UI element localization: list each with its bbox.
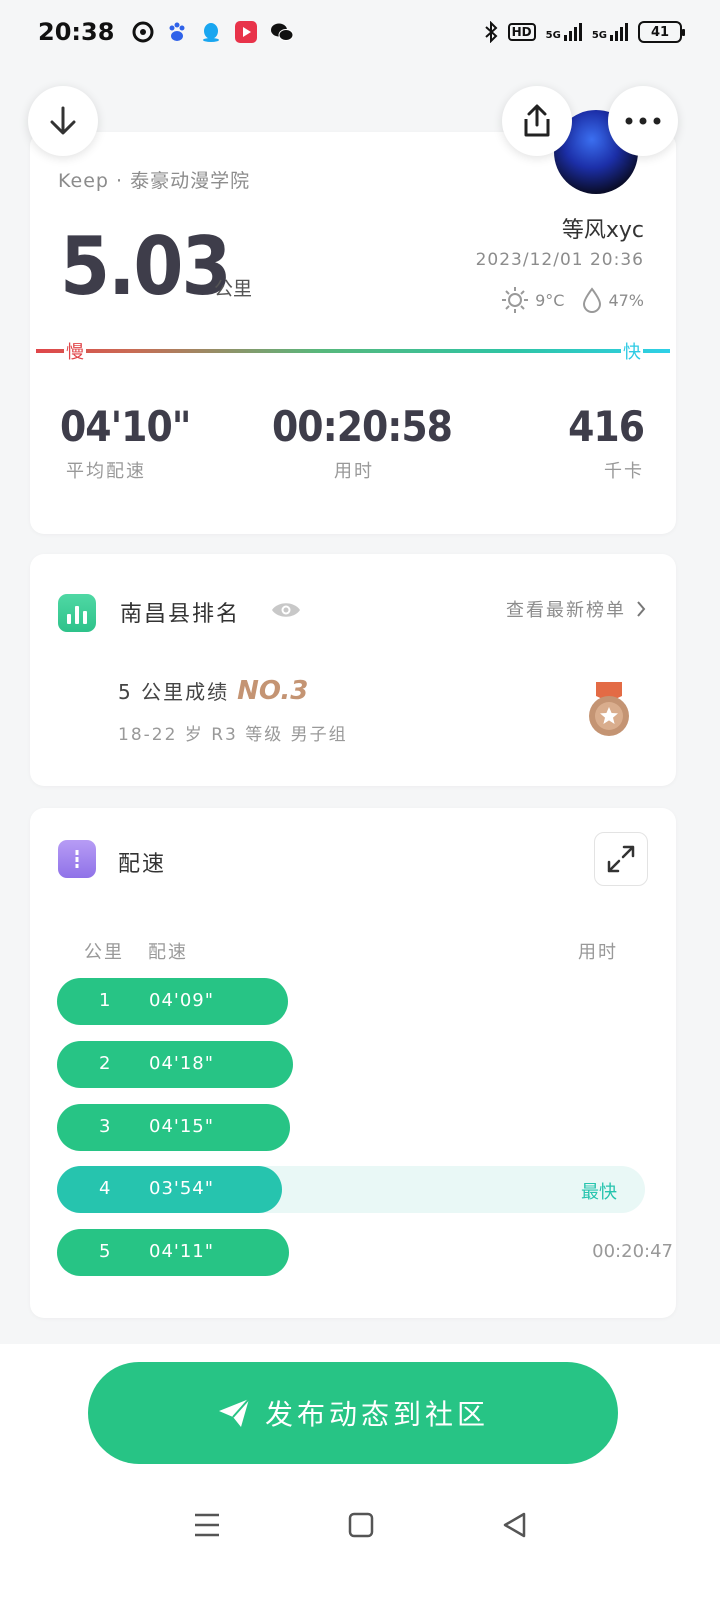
paper-plane-icon [218, 1398, 250, 1427]
system-nav-bar [0, 1490, 720, 1560]
stat-value: 416 [568, 402, 645, 451]
pace-row: 4 03'54" 最快 [57, 1166, 645, 1213]
rank-score: 5 公里成绩 NO.3 [118, 676, 308, 706]
pace-value: 04'18" [149, 1053, 215, 1074]
pace-card: 配速 公里 配速 用时 1 04'09" 2 04'18" 3 04'15" 4 03'54"… [30, 808, 676, 1318]
home-square-icon[interactable] [348, 1512, 374, 1538]
run-summary-card: Keep · 泰豪动漫学院 5.03 公里 等风xyc 2023/12/01 2… [30, 110, 676, 534]
signal-bars-icon [563, 23, 582, 41]
signal-5g-2: 5G [592, 23, 628, 41]
stat-calories: 416 千卡 [568, 402, 645, 483]
share-button[interactable] [502, 86, 572, 156]
arrow-down-icon [50, 106, 76, 135]
stat-value: 04'10" [60, 402, 191, 451]
wechat-icon [271, 23, 294, 41]
stat-label: 千卡 [604, 461, 644, 482]
pace-km: 3 [99, 1116, 111, 1137]
pace-value: 04'09" [149, 990, 215, 1011]
rank-number: NO.3 [237, 676, 309, 706]
pace-row: 1 04'09" [57, 978, 645, 1025]
pace-value: 04'11" [149, 1241, 215, 1262]
leaderboard-link-label: 查看最新榜单 [506, 600, 626, 621]
pace-row: 5 04'11" 00:20:47 [57, 1229, 673, 1276]
humidity-drop-icon [583, 287, 602, 313]
speed-gradient-bar [36, 349, 670, 353]
stat-duration: 00:20:58 用时 [272, 402, 453, 483]
video-app-icon [235, 21, 258, 43]
pace-km: 4 [99, 1178, 111, 1199]
more-dots-icon [625, 117, 661, 125]
sun-icon [502, 287, 529, 313]
col-header-pace: 配速 [148, 942, 188, 963]
split-time: 00:20:47 [592, 1241, 673, 1262]
publish-to-community-button[interactable]: 发布动态到社区 [88, 1362, 618, 1464]
username: 等风xyc [561, 218, 644, 243]
stat-avg-pace: 04'10" 平均配速 [60, 402, 191, 483]
download-button[interactable] [28, 86, 98, 156]
weather-info: 9°C 47% [501, 286, 644, 314]
distance-value: 5.03 [60, 220, 232, 313]
hd-badge: HD [507, 23, 536, 41]
distance-unit: 公里 [214, 278, 253, 300]
pace-value: 03'54" [149, 1178, 215, 1199]
pace-road-icon [58, 840, 96, 878]
stat-value: 00:20:58 [272, 402, 453, 451]
pace-row: 2 04'18" [57, 1041, 645, 1088]
view-leaderboard-link[interactable]: 查看最新榜单 [506, 596, 646, 622]
stat-label: 平均配速 [66, 461, 146, 482]
chevron-right-icon [637, 601, 646, 617]
pace-km: 2 [99, 1053, 111, 1074]
fast-label: 快 [621, 338, 643, 364]
stat-label: 用时 [334, 461, 374, 482]
signal-bars-icon [610, 23, 628, 41]
eye-icon[interactable] [270, 600, 302, 620]
signal-5g-1: 5G [546, 23, 582, 41]
publish-label: 发布动态到社区 [264, 1398, 489, 1431]
score-label: 5 公里成绩 [118, 680, 230, 704]
rank-group: 18-22 岁 R3 等级 男子组 [118, 725, 348, 745]
system-status: HD 5G 5G 41 [484, 21, 685, 43]
bluetooth-icon [484, 21, 498, 43]
temperature: 9°C [535, 290, 565, 310]
netease-music-icon [132, 21, 154, 43]
pace-km: 1 [99, 990, 111, 1011]
pace-title: 配速 [118, 852, 167, 877]
pace-value: 04'15" [149, 1116, 215, 1137]
expand-icon [607, 845, 635, 873]
more-button[interactable] [608, 86, 678, 156]
menu-icon[interactable] [194, 1513, 220, 1537]
pace-row: 3 04'15" [57, 1104, 645, 1151]
status-bar: 20:38 HD 5G 5G 41 [0, 0, 720, 64]
expand-button[interactable] [594, 832, 648, 886]
pace-km: 5 [99, 1241, 111, 1262]
ranking-title: 南昌县排名 [120, 602, 241, 627]
ranking-card[interactable]: 南昌县排名 查看最新榜单 5 公里成绩 NO.3 18-22 岁 R3 等级 男… [30, 554, 676, 786]
back-triangle-icon[interactable] [502, 1512, 526, 1538]
slow-label: 慢 [64, 338, 86, 364]
col-header-km: 公里 [84, 942, 124, 963]
battery-indicator: 41 [638, 21, 685, 43]
run-location: Keep · 泰豪动漫学院 [58, 170, 251, 192]
run-datetime: 2023/12/01 20:36 [475, 250, 644, 270]
baidu-icon [169, 22, 185, 41]
share-icon [524, 104, 550, 137]
status-time: 20:38 [38, 18, 115, 46]
notification-icons [132, 20, 294, 44]
qq-icon [203, 23, 220, 42]
net-label-1: 5G [545, 30, 561, 41]
humidity: 47% [608, 290, 644, 310]
bronze-medal-icon [589, 682, 629, 736]
net-label-2: 5G [591, 30, 607, 41]
ranking-chart-icon [58, 594, 96, 632]
fastest-label: 最快 [581, 1182, 617, 1203]
col-header-time: 用时 [578, 942, 618, 963]
